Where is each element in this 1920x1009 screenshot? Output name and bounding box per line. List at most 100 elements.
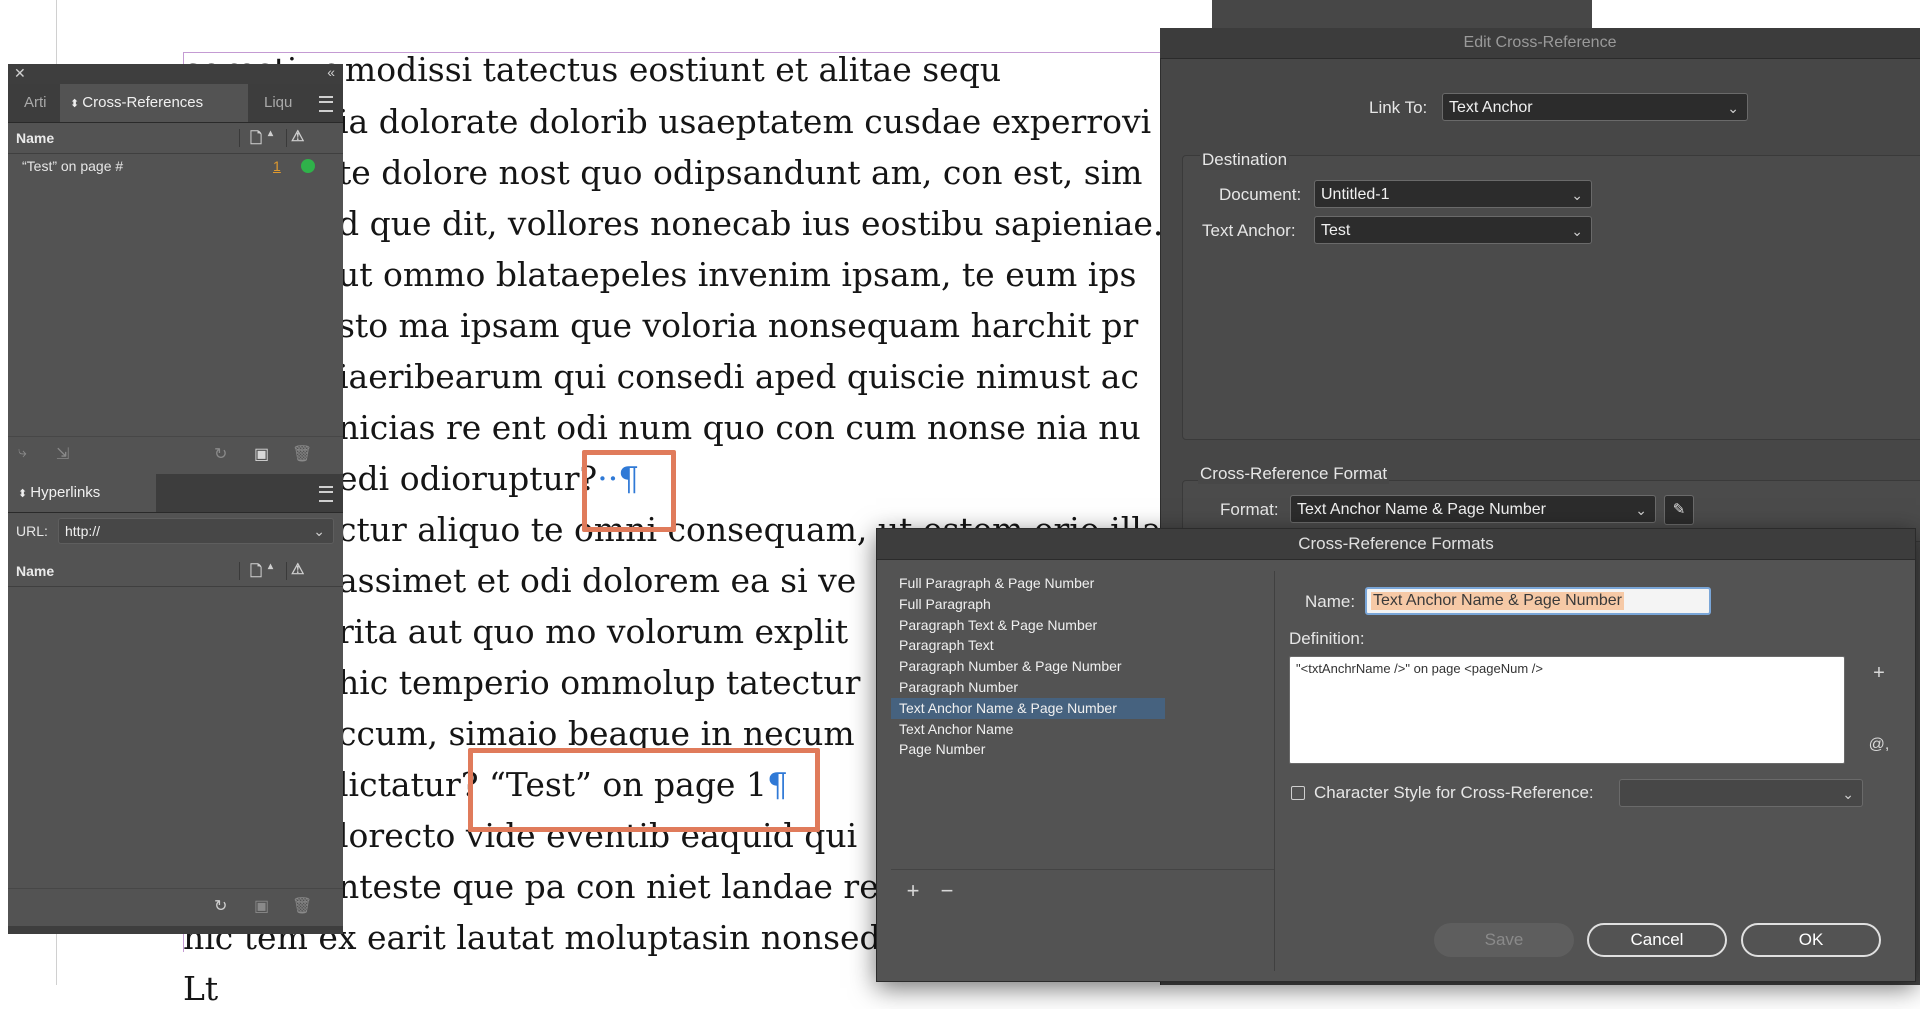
format-list-item[interactable]: Full Paragraph [891,594,1165,615]
character-style-checkbox[interactable] [1291,786,1305,800]
remove-format-button[interactable]: − [933,877,961,905]
tab-cross-references[interactable]: ⬍ Cross-References [60,84,248,122]
format-list-item[interactable]: Paragraph Text & Page Number [891,615,1165,636]
status-warning-icon[interactable]: ⚠ [291,560,304,578]
document-text-line: d que dit, vollores nonecab ius eostibu … [338,204,1160,244]
document-label: Document: [1219,185,1302,204]
document-text-line-content: te dolore nost quo odipsandunt am, con e… [338,153,1143,192]
list-divider [891,869,1275,870]
format-name-input[interactable]: Text Anchor Name & Page Number [1365,587,1711,615]
hyperlinks-panel-footer: ↻ ▣ 🗑 [8,888,343,925]
tab-hyperlinks[interactable]: ⬍ Hyperlinks [8,474,156,512]
document-text-line: ia dolorate dolorib usaeptatem cusdae ex… [338,102,1160,142]
text-anchor-select[interactable]: Test ⌄ [1314,216,1592,244]
document-select[interactable]: Untitled-1 ⌄ [1314,180,1592,208]
tab-liquid-layout[interactable]: Liqu [254,84,302,122]
delete-icon[interactable]: 🗑 [292,444,312,464]
hyperlinks-column-name: Name [16,563,55,579]
column-separator [286,129,287,147]
text-anchor-label: Text Anchor: [1202,221,1296,240]
document-text-line-content: hic temperio ommolup tatectur [338,663,861,702]
document-text-line-content: Lt [183,969,219,1008]
hyperlinks-column-header: Name 🗋 ▴ ⚠ [8,556,343,587]
character-style-select[interactable]: ⌄ [1619,779,1863,807]
collapse-icon[interactable]: « [327,64,335,80]
tab-articles[interactable]: Arti [14,84,57,122]
cancel-button[interactable]: Cancel [1587,923,1727,957]
status-warning-icon[interactable]: ⚠ [291,127,304,145]
format-list-item[interactable]: Page Number [891,739,1165,760]
cross-reference-formats-dialog: Cross-Reference Formats Full Paragraph &… [876,528,1916,982]
document-text-line: te dolore nost quo odipsandunt am, con e… [338,153,1160,193]
xref-row[interactable]: “Test” on page # 1 [8,154,343,178]
new-xref-icon[interactable]: ▣ [254,444,269,464]
format-name-value: Text Anchor Name & Page Number [1371,592,1625,610]
page-sort-icon[interactable]: 🗋 [250,561,262,586]
add-format-button[interactable]: + [899,877,927,905]
panel-menu-icon[interactable] [319,486,333,502]
url-field[interactable]: http:// ⌄ [58,518,334,544]
insert-building-block-button[interactable]: + [1865,659,1893,687]
go-to-destination-icon[interactable]: ⇲ [56,444,69,464]
page-sort-icon[interactable]: 🗋 [250,128,262,153]
delete-icon[interactable]: 🗑 [292,896,312,916]
format-select[interactable]: Text Anchor Name & Page Number ⌄ [1290,495,1656,523]
url-label: URL: [16,523,48,539]
character-style-label: Character Style for Cross-Reference: [1314,783,1594,802]
name-label: Name: [1305,592,1356,611]
definition-textarea[interactable]: "<txtAnchrName />" on page <pageNum /> [1289,656,1845,764]
insert-xref-icon[interactable]: ⤷ [18,444,27,462]
insert-special-character-button[interactable]: @, [1865,731,1893,759]
column-separator [286,562,287,580]
document-text-line: sto ma ipsam que voloria nonsequam harch… [338,306,1160,346]
new-hyperlink-icon[interactable]: ▣ [254,896,269,916]
update-icon[interactable]: ↻ [214,896,227,916]
format-list-item[interactable]: Paragraph Number & Page Number [891,656,1165,677]
document-text-line-content: sto ma ipsam que voloria nonsequam harch… [338,306,1139,345]
dialog-divider [1274,571,1275,971]
update-icon[interactable]: ↻ [214,444,227,464]
format-list-item[interactable]: Paragraph Text [891,635,1165,656]
formats-dialog-title: Cross-Reference Formats [877,529,1915,560]
left-panel-dock: ✕ « Arti ⬍ Cross-References Liqu Name 🗋 … [8,64,343,934]
link-to-value: Text Anchor [1449,99,1533,116]
xref-row-name: “Test” on page # [22,158,124,174]
column-separator [239,562,240,580]
sort-arrow-icon: ▴ [268,561,274,572]
close-icon[interactable]: ✕ [14,65,26,82]
save-button[interactable]: Save [1434,923,1574,957]
xref-row-page-link[interactable]: 1 [273,158,281,174]
cross-reference-highlight-box [468,748,820,832]
document-text-line: iaeribearum qui consedi aped quiscie nim… [338,357,1160,397]
destination-label: Destination [1200,150,1290,170]
format-list-item[interactable]: Text Anchor Name & Page Number [891,697,1165,719]
panel-menu-icon[interactable] [319,96,333,112]
tab-cross-references-label: Cross-References [82,94,204,111]
format-value: Text Anchor Name & Page Number [1297,501,1547,518]
document-text-line: ut ommo blataepeles invenim ipsam, te eu… [338,255,1160,295]
tab-arrows-icon: ⬍ [18,488,31,500]
document-text-line-content: ia dolorate dolorib usaeptatem cusdae ex… [338,102,1152,141]
document-value: Untitled-1 [1321,186,1390,203]
link-to-label: Link To: [1369,98,1428,117]
format-list-item[interactable]: Text Anchor Name [891,719,1165,740]
chevron-down-icon: ⌄ [1571,223,1583,239]
chevron-down-icon: ⌄ [1635,502,1647,518]
sort-arrow-icon: ▴ [268,128,274,139]
cross-references-tabrow: Arti ⬍ Cross-References Liqu [8,84,343,123]
format-list-item[interactable]: Paragraph Number [891,677,1165,698]
xref-panel-footer: ⤷ ⇲ ↻ ▣ 🗑 [8,436,343,473]
chevron-down-icon: ⌄ [1727,100,1739,116]
document-text-line-content: nteste que pa con niet landae re [338,867,879,906]
panel-resize-bar[interactable] [8,926,343,934]
ok-button[interactable]: OK [1741,923,1881,957]
tab-arrows-icon: ⬍ [70,98,83,110]
edit-format-pencil-icon[interactable]: ✎ [1664,495,1694,525]
panel-titlebar: ✕ « [8,64,343,84]
url-row: URL: http:// ⌄ [8,514,343,550]
document-text-line-content: ut ommo blataepeles invenim ipsam, te eu… [338,255,1137,294]
link-to-select[interactable]: Text Anchor ⌄ [1442,93,1748,121]
status-ok-icon [301,159,315,173]
format-list-item[interactable]: Full Paragraph & Page Number [891,573,1165,594]
document-text-line-content: assimet et odi dolorem ea si ve [338,561,857,600]
